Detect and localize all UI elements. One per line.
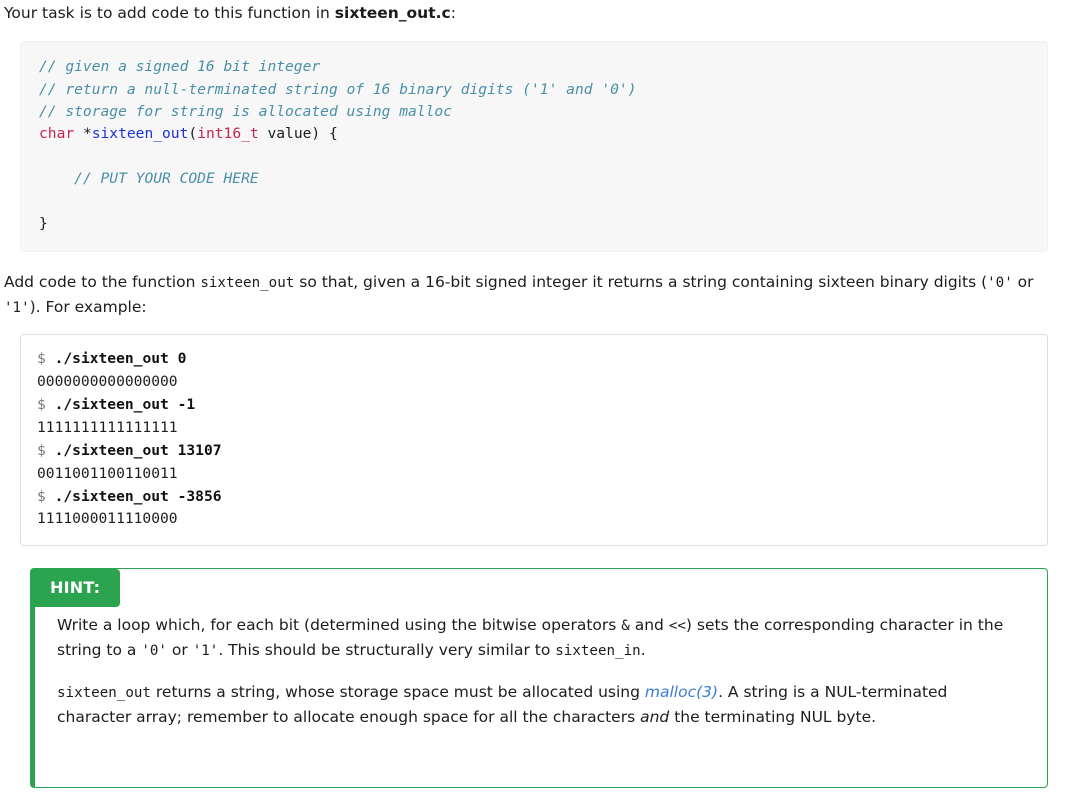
source-code-pre: // given a signed 16 bit integer // retu…: [39, 56, 1029, 235]
inline-code-sixteen-in: sixteen_in: [555, 643, 641, 660]
terminal-prompt-4: $: [37, 487, 46, 505]
terminal-pre: $ ./sixteen_out 0 0000000000000000 $ ./s…: [37, 348, 1031, 531]
hint1-part-1: Write a loop which, for each bit (determ…: [57, 616, 622, 635]
instructions-part-3: or: [1012, 272, 1034, 291]
code-type-int16: int16_t: [197, 125, 259, 143]
hint1-part-5: . This should be structurally very simil…: [218, 641, 556, 660]
terminal-command-3: ./sixteen_out 13107: [54, 441, 222, 459]
terminal-output-2: 1111111111111111: [37, 418, 178, 436]
inline-code-one: '1': [4, 299, 30, 316]
hint-body: Write a loop which, for each bit (determ…: [35, 607, 1047, 729]
hint1-part-4: or: [166, 641, 193, 660]
hint2-emphasis-and: and: [640, 707, 670, 726]
hint2-part-3: the terminating NUL byte.: [669, 707, 877, 726]
terminal-output-1: 0000000000000000: [37, 373, 178, 390]
code-closing-brace: }: [39, 214, 48, 232]
source-code-block: // given a signed 16 bit integer // retu…: [20, 41, 1048, 252]
hint-paragraph-2: sixteen_out returns a string, whose stor…: [57, 680, 1025, 730]
instructions-part-2: so that, given a 16-bit signed integer i…: [294, 272, 988, 291]
terminal-prompt-3: $: [37, 441, 46, 459]
code-function-name: sixteen_out: [91, 125, 189, 143]
terminal-command-4: ./sixteen_out -3856: [54, 487, 222, 505]
intro-suffix: :: [450, 4, 456, 22]
code-pointer-star: *: [74, 125, 92, 143]
inline-code-ampersand: &: [621, 618, 630, 635]
instructions-part-1: Add code to the function: [4, 272, 201, 291]
code-comment-line-3: // storage for string is allocated using…: [39, 102, 452, 120]
target-filename: sixteen_out.c: [334, 4, 451, 22]
terminal-output-4: 1111000011110000: [37, 510, 178, 528]
inline-code-sixteen-out-2: sixteen_out: [57, 684, 151, 701]
hint2-part-1: returns a string, whose storage space mu…: [150, 682, 645, 701]
hint-callout: HINT: Write a loop which, for each bit (…: [30, 568, 1048, 789]
code-comment-line-1: // given a signed 16 bit integer: [39, 58, 321, 76]
intro-paragraph: Your task is to add code to this functio…: [2, 0, 1064, 25]
terminal-command-1: ./sixteen_out 0: [54, 350, 187, 368]
intro-prefix: Your task is to add code to this functio…: [4, 4, 335, 22]
code-paren-open: (: [188, 125, 198, 143]
inline-code-char-one: '1': [192, 643, 219, 660]
instructions-part-4: ). For example:: [29, 297, 147, 316]
exercise-page: Your task is to add code to this functio…: [0, 0, 1066, 789]
terminal-command-2: ./sixteen_out -1: [54, 395, 196, 413]
hint1-part-6: .: [640, 641, 646, 660]
terminal-prompt-2: $: [37, 395, 46, 413]
inline-code-shift-left: <<: [668, 618, 686, 635]
code-param-tail: value) {: [258, 125, 338, 143]
hint-paragraph-1: Write a loop which, for each bit (determ…: [57, 613, 1025, 663]
malloc-man-link[interactable]: malloc(3): [645, 683, 718, 701]
terminal-example-block: $ ./sixteen_out 0 0000000000000000 $ ./s…: [20, 334, 1048, 547]
terminal-prompt-1: $: [37, 350, 46, 368]
hint1-part-2: and: [629, 616, 669, 635]
inline-code-zero: '0': [987, 274, 1013, 291]
terminal-output-3: 0011001100110011: [37, 464, 178, 482]
code-keyword-char: char: [39, 125, 75, 143]
code-comment-put-your-code-here: // PUT YOUR CODE HERE: [74, 169, 259, 187]
inline-code-char-zero: '0': [141, 643, 167, 660]
instructions-paragraph: Add code to the function sixteen_out so …: [4, 270, 1062, 320]
inline-code-sixteen-out: sixteen_out: [200, 274, 295, 291]
hint-label-tab: HINT:: [30, 569, 121, 608]
code-comment-line-2: // return a null-terminated string of 16…: [39, 80, 637, 98]
